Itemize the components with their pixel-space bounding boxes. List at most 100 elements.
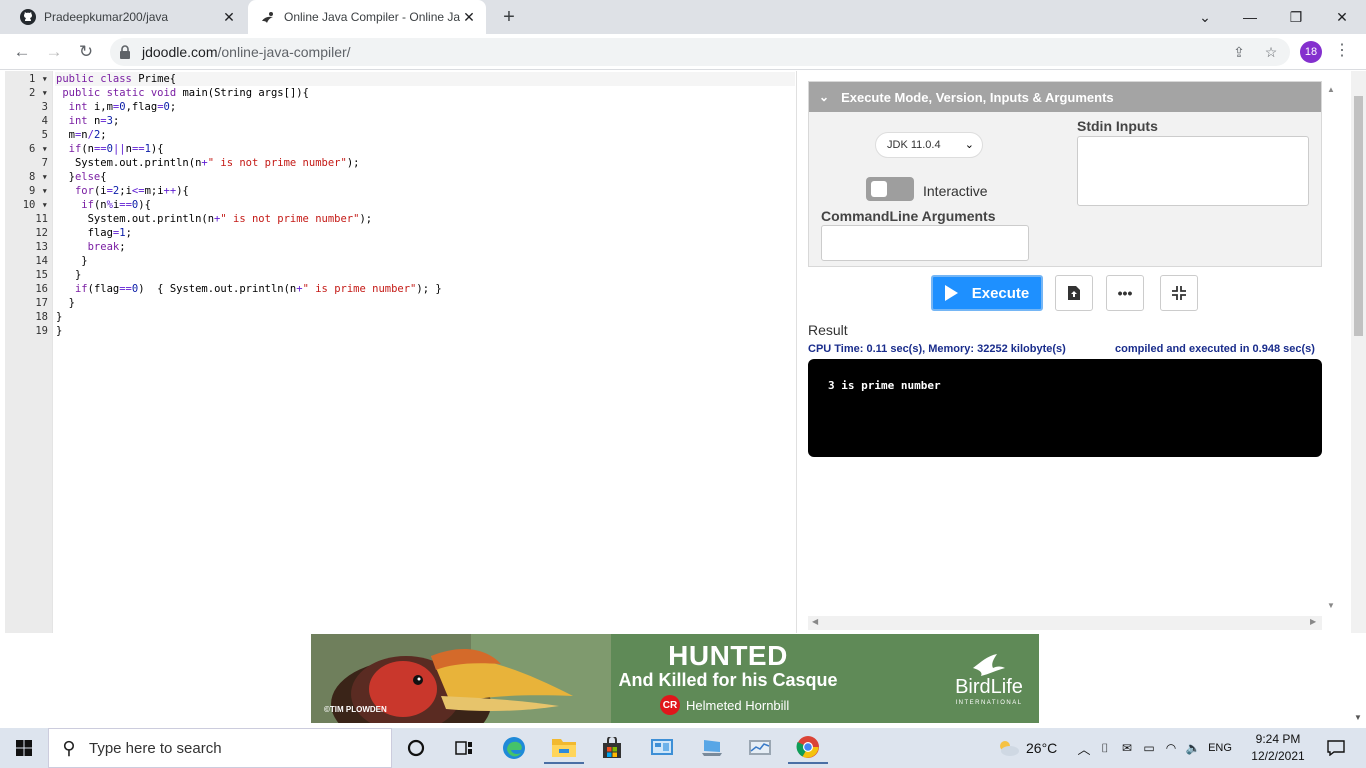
collapse-button[interactable] [1160,275,1198,311]
interactive-toggle[interactable] [866,177,914,201]
ad-area: HUNTED And Killed for his Casque CR Helm… [0,633,1366,728]
performance-monitor-icon[interactable] [740,732,780,764]
code-area[interactable]: public class Prime{ public static void m… [55,71,795,633]
line-number: 14 [35,255,48,267]
page-scroll-down-icon[interactable]: ▼ [1354,713,1362,722]
birdlife-name: BirdLife [955,676,1023,698]
reload-icon[interactable]: ↻ [74,40,98,64]
weather-widget[interactable]: 26°C [996,728,1057,768]
wifi-icon[interactable]: ◠ [1160,741,1182,755]
address-bar[interactable]: jdoodle.com/online-java-compiler/ ⇪ ☆ [110,38,1290,66]
collapse-icon [1172,286,1186,300]
code-line: int n=3; [68,115,120,127]
url-domain: jdoodle.com [142,44,218,60]
edge-browser-icon[interactable] [494,732,534,764]
code-editor[interactable]: 1 ▾ 2 ▾ 3 4 5 6 ▾ 7 8 ▾ 9 ▾ 10 ▾ 11 12 1… [5,71,797,633]
close-tab-icon[interactable]: ✕ [460,8,478,26]
scroll-left-icon[interactable]: ◀ [812,617,818,626]
chrome-icon[interactable] [788,732,828,764]
back-icon[interactable]: ← [10,40,34,64]
line-number: 2 ▾ [29,87,48,99]
scroll-right-icon[interactable]: ▶ [1310,617,1316,626]
ad-headline: HUNTED [668,640,788,671]
code-line: int i,m=0,flag=0; [68,101,177,113]
ad-banner[interactable]: HUNTED And Killed for his Casque CR Helm… [311,634,1039,723]
jdk-version-select[interactable]: JDK 11.0.4 ⌄ [875,132,983,158]
lock-icon [120,45,130,59]
code-line: public class Prime{ [56,73,177,85]
device-icon[interactable]: ⌷ [1094,741,1116,756]
cmdline-input[interactable] [821,225,1029,261]
notifications-icon[interactable] [1316,732,1356,764]
url-text: jdoodle.com/online-java-compiler/ [142,44,351,60]
share-icon[interactable]: ⇪ [1230,43,1248,61]
clock-date: 12/2/2021 [1251,749,1305,763]
upload-file-button[interactable] [1055,275,1093,311]
line-number: 19 [35,325,48,337]
bookmark-star-icon[interactable]: ☆ [1262,43,1280,61]
code-line: if(n%i==0){ [81,199,151,211]
new-tab-icon[interactable]: + [498,6,520,28]
windows-taskbar: ⚲ Type here to search 26°C ︿ ⌷ ✉ ▭ ◠ 🔈 E… [0,728,1366,768]
execute-options-header[interactable]: ⌄ Execute Mode, Version, Inputs & Argume… [809,82,1321,112]
chevron-up-icon[interactable]: ︿ [1074,739,1094,758]
line-number: 16 [35,283,48,295]
this-pc-icon[interactable] [692,732,732,764]
panel-horizontal-scrollbar[interactable]: ◀ ▶ [808,616,1322,630]
line-number: 11 [35,213,48,225]
stdin-input[interactable] [1077,136,1309,206]
scroll-down-icon[interactable]: ▼ [1327,601,1335,610]
more-options-button[interactable]: ••• [1106,275,1144,311]
scroll-up-icon[interactable]: ▲ [1327,85,1335,94]
page-vertical-scrollbar[interactable] [1351,71,1366,633]
close-tab-icon[interactable]: ✕ [220,8,238,26]
jdoodle-icon [260,9,276,25]
cortana-icon[interactable] [396,732,436,764]
microsoft-store-icon[interactable] [592,732,632,764]
result-label: Result [808,322,848,338]
upload-file-icon [1068,286,1080,300]
chrome-menu-icon[interactable]: ⋮ [1334,42,1350,62]
line-number: 7 [41,157,48,169]
birdlife-sub: INTERNATIONAL [955,700,1023,706]
tab-jdoodle[interactable]: Online Java Compiler - Online Ja ✕ [248,0,486,34]
execute-button[interactable]: Execute [931,275,1043,311]
cmdline-label: CommandLine Arguments [821,208,996,224]
forward-icon[interactable]: → [42,40,66,64]
volume-icon[interactable]: 🔈 [1182,741,1204,755]
clock[interactable]: 9:24 PM 12/2/2021 [1248,731,1308,765]
birdlife-logo: BirdLife INTERNATIONAL [941,654,1037,706]
scrollbar-thumb[interactable] [1354,96,1363,336]
search-icon: ⚲ [62,737,76,758]
language-indicator[interactable]: ENG [1204,742,1236,754]
task-view-icon[interactable] [444,732,484,764]
panel-vertical-scrollbar[interactable]: ▲ ▼ [1325,81,1337,611]
tab-github[interactable]: Pradeepkumar200/java ✕ [8,0,246,34]
github-icon [20,9,36,25]
taskbar-search-box[interactable]: ⚲ Type here to search [48,728,392,768]
message-icon[interactable]: ✉ [1116,741,1138,755]
line-number: 6 ▾ [29,143,48,155]
line-number: 8 ▾ [29,171,48,183]
code-line: public static void main(String args[]){ [62,87,309,99]
temperature: 26°C [1026,740,1058,756]
output-text: 3 is prime number [828,379,941,392]
clock-time: 9:24 PM [1255,732,1301,746]
control-panel-icon[interactable] [642,732,682,764]
execute-options-box: ⌄ Execute Mode, Version, Inputs & Argume… [808,81,1322,267]
more-dots-icon: ••• [1117,285,1133,301]
ad-photo-credit: ©TIM PLOWDEN [324,705,387,714]
code-line: } [56,297,75,309]
minimize-icon[interactable]: — [1234,4,1266,30]
windows-start-button[interactable] [0,728,48,768]
restore-icon[interactable]: ❐ [1280,4,1312,30]
code-line: System.out.println(n+" is not prime numb… [56,213,373,225]
file-explorer-icon[interactable] [544,732,584,764]
profile-avatar[interactable]: 18 [1300,41,1322,63]
compile-time-info: compiled and executed in 0.948 sec(s) [1115,343,1315,355]
browser-tab-bar: Pradeepkumar200/java ✕ Online Java Compi… [0,0,1366,34]
battery-icon[interactable]: ▭ [1138,741,1160,755]
close-window-icon[interactable]: ✕ [1326,4,1358,30]
ad-subline: And Killed for his Casque [618,670,838,690]
tab-search-chevron-icon[interactable]: ⌄ [1189,4,1221,30]
